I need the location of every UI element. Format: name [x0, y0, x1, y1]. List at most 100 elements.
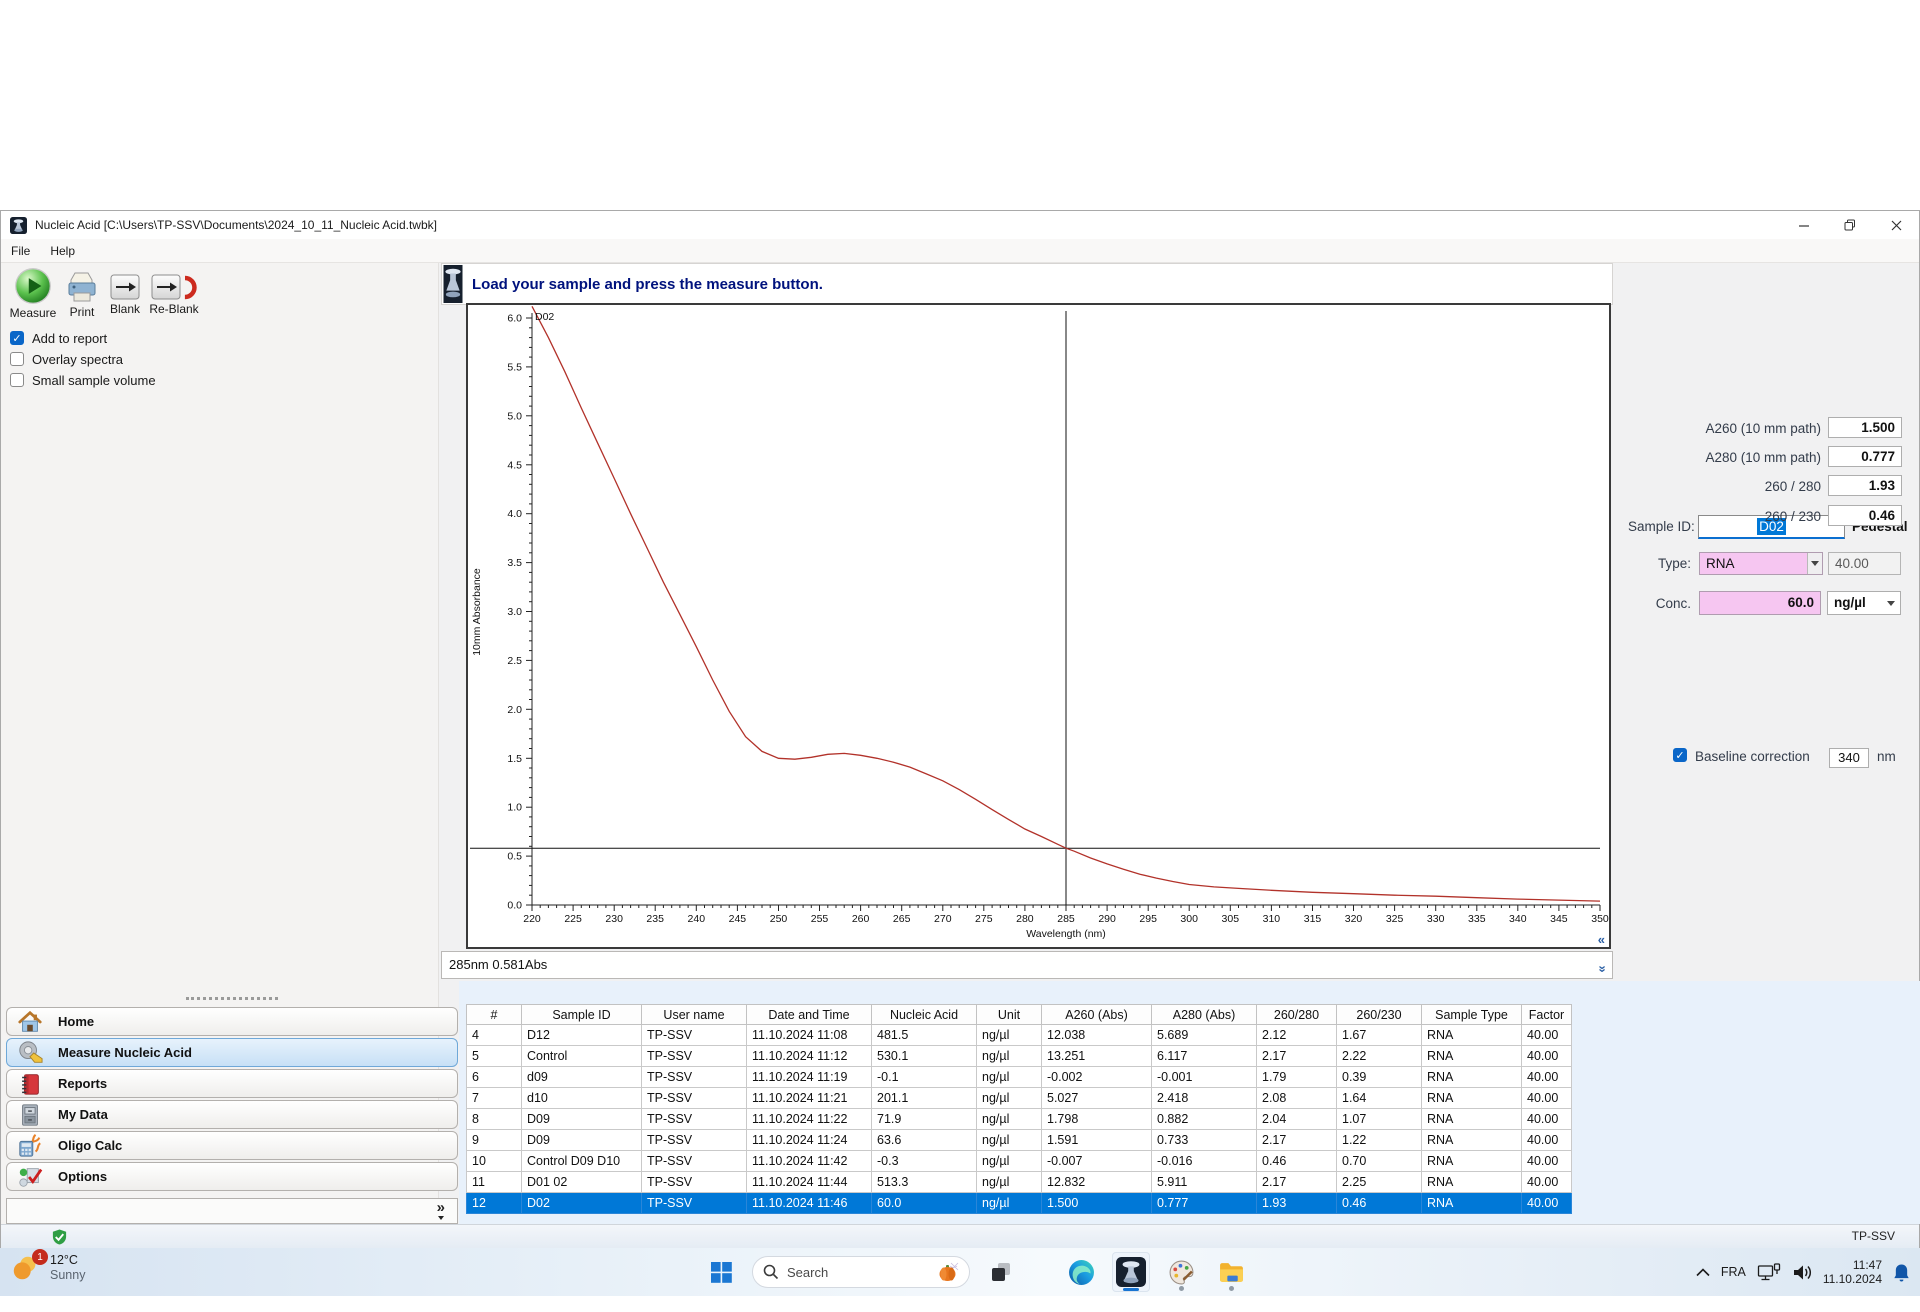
column-header[interactable]: Sample ID	[521, 1004, 642, 1025]
sidebar-item-measure-nucleic-acid[interactable]: Measure Nucleic Acid	[6, 1038, 458, 1067]
print-button[interactable]: Print	[59, 271, 105, 319]
restore-button[interactable]	[1827, 211, 1873, 239]
table-row[interactable]: 11 D01 02 TP-SSV 11.10.2024 11:44 513.3 ng/µl…	[466, 1171, 1572, 1193]
table-cell: d09	[521, 1066, 642, 1088]
table-cell: TP-SSV	[641, 1108, 747, 1130]
sidebar-item-reports[interactable]: Reports	[6, 1069, 458, 1098]
chart-collapse-button[interactable]: «	[1598, 932, 1605, 947]
search-icon	[763, 1264, 779, 1280]
overlay-spectra-option[interactable]: Overlay spectra	[10, 350, 123, 368]
small-sample-volume-checkbox[interactable]	[10, 373, 24, 387]
table-cell: 11.10.2024 11:08	[746, 1024, 872, 1046]
column-header[interactable]: Date and Time	[746, 1004, 872, 1025]
notification-bell-icon[interactable]	[1893, 1263, 1910, 1282]
sidebar-footer: »	[6, 1198, 458, 1224]
sidebar-item-my-data[interactable]: My Data	[6, 1100, 458, 1129]
svg-text:2.0: 2.0	[507, 704, 522, 716]
column-header[interactable]: Nucleic Acid	[871, 1004, 977, 1025]
a280-value: 0.777	[1828, 446, 1902, 467]
table-cell: 40.00	[1521, 1192, 1572, 1214]
column-header[interactable]: Unit	[976, 1004, 1042, 1025]
panel-splitter-handle[interactable]	[186, 997, 278, 1000]
type-dropdown[interactable]: RNA	[1699, 552, 1823, 575]
measure-button[interactable]: Measure	[5, 267, 61, 320]
file-explorer-task[interactable]	[1212, 1252, 1250, 1292]
sidebar-item-oligo-calc[interactable]: Oligo Calc	[6, 1131, 458, 1160]
table-cell: 5.689	[1151, 1024, 1257, 1046]
column-header[interactable]: 260/230	[1336, 1004, 1422, 1025]
table-cell: RNA	[1421, 1192, 1522, 1214]
table-cell: TP-SSV	[641, 1171, 747, 1193]
menu-file[interactable]: File	[1, 239, 40, 262]
table-row[interactable]: 7 d10 TP-SSV 11.10.2024 11:21 201.1 ng/µl 5.02…	[466, 1087, 1572, 1109]
tray-clock[interactable]: 11:47 11.10.2024	[1823, 1258, 1882, 1286]
column-header[interactable]: 260/280	[1256, 1004, 1337, 1025]
sidebar-expand-button[interactable]: »	[437, 1200, 445, 1220]
small-sample-volume-option[interactable]: Small sample volume	[10, 371, 156, 389]
table-row[interactable]: 4 D12 TP-SSV 11.10.2024 11:08 481.5 ng/µl 12.0…	[466, 1024, 1572, 1046]
table-row[interactable]: 6 d09 TP-SSV 11.10.2024 11:19 -0.1 ng/µl -0.00…	[466, 1066, 1572, 1088]
security-shield-icon	[52, 1229, 67, 1245]
column-header[interactable]: A280 (Abs)	[1151, 1004, 1257, 1025]
volume-icon[interactable]	[1792, 1264, 1812, 1281]
svg-text:300: 300	[1180, 913, 1198, 925]
table-row[interactable]: 12 D02 TP-SSV 11.10.2024 11:46 60.0 ng/µl 1.50…	[466, 1192, 1572, 1214]
column-header[interactable]: #	[466, 1004, 522, 1025]
table-cell: 40.00	[1521, 1087, 1572, 1109]
edge-browser-button[interactable]	[1062, 1252, 1100, 1292]
input-language-button[interactable]: FRA	[1721, 1265, 1746, 1279]
column-header[interactable]: Factor	[1521, 1004, 1572, 1025]
paint-app-task[interactable]	[1162, 1252, 1200, 1292]
add-to-report-option[interactable]: Add to report	[10, 329, 107, 347]
table-cell: 2.04	[1256, 1108, 1337, 1130]
nucleic-acid-app-task[interactable]	[1112, 1252, 1150, 1292]
table-row[interactable]: 8 D09 TP-SSV 11.10.2024 11:22 71.9 ng/µl 1.798…	[466, 1108, 1572, 1130]
table-cell: ng/µl	[976, 1192, 1042, 1214]
spectrum-chart[interactable]: 220 225 230 235 240 245 250 255 260 265 270 275 280 2…	[466, 303, 1611, 949]
type-factor-field[interactable]: 40.00	[1828, 552, 1901, 575]
column-header[interactable]: A260 (Abs)	[1041, 1004, 1152, 1025]
column-header[interactable]: User name	[641, 1004, 747, 1025]
column-header[interactable]: Sample Type	[1421, 1004, 1522, 1025]
table-cell: ng/µl	[976, 1066, 1042, 1088]
table-cell: 2.22	[1336, 1045, 1422, 1067]
minimize-button[interactable]	[1781, 211, 1827, 239]
baseline-correction-checkbox[interactable]	[1673, 748, 1687, 762]
table-cell: D09	[521, 1108, 642, 1130]
table-cell: D02	[521, 1192, 642, 1214]
taskbar-search[interactable]: Search	[752, 1256, 970, 1288]
app-window: Nucleic Acid [C:\Users\TP-SSV\Documents\…	[0, 210, 1920, 1248]
results-table[interactable]: # Sample ID User name Date and Time Nucleic …	[466, 1004, 1572, 1214]
sidebar-item-home[interactable]: Home	[6, 1007, 458, 1036]
table-cell: TP-SSV	[641, 1024, 747, 1046]
start-button[interactable]	[702, 1252, 740, 1292]
tray-chevron-up-icon[interactable]	[1696, 1267, 1710, 1277]
readout-collapse-button[interactable]: »	[1589, 965, 1615, 972]
table-cell: 11.10.2024 11:19	[746, 1066, 872, 1088]
add-to-report-checkbox[interactable]	[10, 331, 24, 345]
task-view-button[interactable]	[982, 1252, 1020, 1292]
conc-unit-dropdown[interactable]: ng/µl	[1827, 591, 1901, 615]
titlebar[interactable]: Nucleic Acid [C:\Users\TP-SSV\Documents\…	[1, 211, 1919, 239]
conc-field[interactable]: 60.0	[1699, 591, 1821, 615]
table-row[interactable]: 10 Control D09 D10 TP-SSV 11.10.2024 11:42-…	[466, 1150, 1572, 1172]
table-cell: 63.6	[871, 1129, 977, 1151]
table-cell: -0.007	[1041, 1150, 1152, 1172]
table-row[interactable]: 9 D09 TP-SSV 11.10.2024 11:24 63.6 ng/µl 1.591…	[466, 1129, 1572, 1151]
type-dropdown-arrow-icon[interactable]	[1807, 553, 1822, 574]
table-cell: ng/µl	[976, 1024, 1042, 1046]
overlay-spectra-checkbox[interactable]	[10, 352, 24, 366]
spectrum-plot[interactable]: 220 225 230 235 240 245 250 255 260 265 270 275 280 2…	[468, 305, 1609, 947]
table-cell: 12.038	[1041, 1024, 1152, 1046]
network-icon[interactable]	[1757, 1262, 1781, 1282]
sidebar-item-options[interactable]: Options	[6, 1162, 458, 1191]
baseline-wavelength-field[interactable]: 340	[1829, 748, 1869, 768]
reblank-button[interactable]: Re-Blank	[145, 274, 203, 316]
menu-help[interactable]: Help	[40, 239, 85, 262]
blank-button[interactable]: Blank	[105, 274, 145, 316]
svg-text:330: 330	[1427, 913, 1445, 925]
svg-text:10mm Absorbance: 10mm Absorbance	[471, 568, 483, 656]
table-row[interactable]: 5 Control TP-SSV 11.10.2024 11:12 530.1 ng/µl…	[466, 1045, 1572, 1067]
taskbar-weather-widget[interactable]: 1 12°C Sunny	[10, 1249, 85, 1284]
close-button[interactable]	[1873, 211, 1919, 239]
